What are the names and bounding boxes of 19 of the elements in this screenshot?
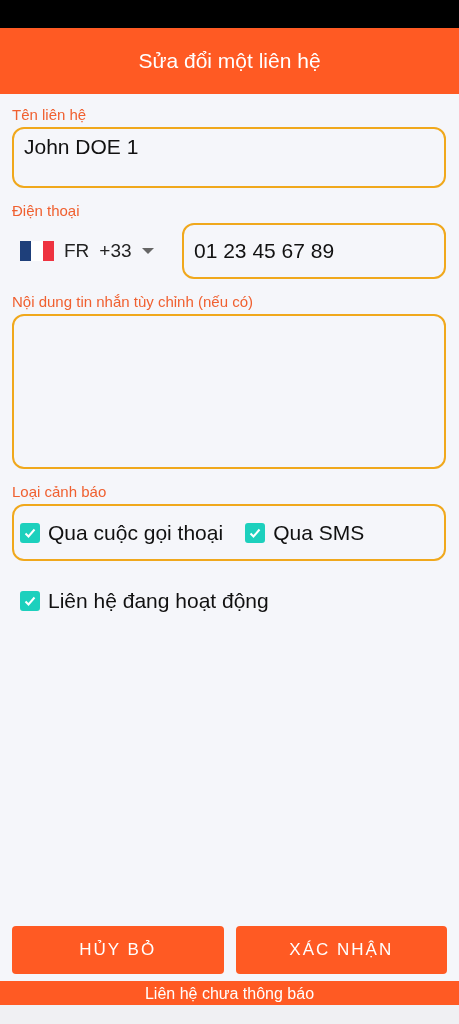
checkbox-option[interactable]: Qua SMS [245,520,365,545]
checkbox[interactable] [245,522,266,543]
country-picker[interactable]: FR +33 [12,240,174,262]
checkbox[interactable] [20,522,40,543]
caret-icon [141,248,154,254]
checkbox-option[interactable]: Liên hệ đang hoạt động [20,589,269,613]
screen-title: Sửa đổi một liên hệ [138,49,321,73]
name-input-field[interactable]: John DOE 1 [12,127,446,188]
checkbox-option[interactable]: Qua cuộc gọi thoại [20,520,224,545]
field-label: Tên liên hệ [12,106,87,123]
phone-input-field[interactable]: 01 23 45 67 89 [182,223,446,279]
flag-icon [20,241,54,261]
field-label: Nội dung tin nhắn tùy chỉnh (nếu có) [12,293,253,310]
check-icon [23,594,37,608]
checkbox[interactable] [20,591,40,611]
field-label: Loại cảnh báo [12,483,107,500]
message-input-field[interactable] [12,314,446,469]
field-label: Điện thoại [12,202,80,219]
status-bar: Liên hệ chưa thông báo [0,981,459,1005]
